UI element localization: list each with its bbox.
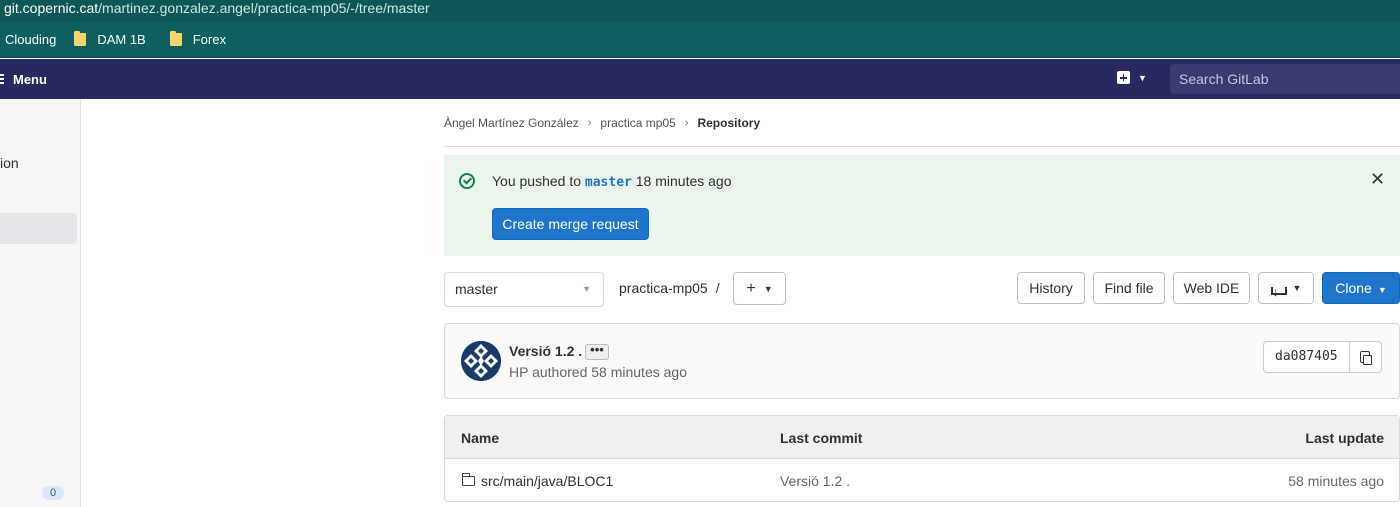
- file-name-cell[interactable]: src/main/java/BLOC1: [461, 473, 613, 489]
- table-header: Name Last commit Last update: [445, 416, 1399, 459]
- files-table: Name Last commit Last update src/main/ja…: [444, 415, 1400, 502]
- toggle-commit-description-button[interactable]: •••: [585, 343, 609, 360]
- bookmark-dam-1b[interactable]: DAM 1B: [74, 31, 146, 47]
- file-last-update: 58 minutes ago: [1288, 473, 1384, 489]
- hamburger-icon: [0, 74, 4, 84]
- column-header-last-commit: Last commit: [780, 430, 863, 446]
- create-merge-request-button[interactable]: Create merge request: [492, 208, 649, 240]
- avatar[interactable]: [461, 341, 501, 381]
- clone-label: Clone: [1335, 280, 1372, 296]
- chevron-down-icon: ▼: [1138, 72, 1147, 83]
- last-commit-box: Versió 1.2 . ••• HP authored 58 minutes …: [444, 323, 1400, 399]
- folder-icon: [169, 31, 182, 46]
- commit-meta: HP authored 58 minutes ago: [509, 364, 687, 380]
- chevron-down-icon: ▼: [582, 284, 591, 294]
- chevron-right-icon: ›: [684, 116, 689, 129]
- chevron-right-icon: ›: [587, 116, 592, 129]
- chevron-down-icon: ▼: [1292, 283, 1302, 293]
- top-navigation: Menu ▼ Search GitLab: [0, 59, 1400, 99]
- sidebar-item-label[interactable]: ion: [0, 155, 19, 171]
- breadcrumb-user[interactable]: Àngel Martínez González: [444, 116, 579, 130]
- copy-sha-button[interactable]: [1350, 342, 1381, 372]
- directory-icon: [461, 473, 475, 486]
- repo-path: practica-mp05 /: [619, 280, 720, 296]
- close-icon[interactable]: ✕: [1370, 170, 1385, 188]
- alert-branch[interactable]: master: [585, 175, 632, 190]
- sidebar: ion 0: [0, 99, 81, 507]
- plus-square-icon: [1117, 71, 1130, 84]
- file-last-commit[interactable]: Versió 1.2 .: [780, 473, 850, 489]
- bookmark-clouding[interactable]: Clouding: [5, 32, 56, 47]
- bookmark-label: DAM 1B: [97, 32, 146, 47]
- url-host: git.copernic.cat: [4, 0, 99, 16]
- repo-path-link[interactable]: practica-mp05: [619, 280, 708, 296]
- add-to-tree-button[interactable]: + ▼: [733, 272, 786, 305]
- clone-button[interactable]: Clone ▼: [1322, 272, 1400, 304]
- breadcrumb-repository[interactable]: Repository: [697, 116, 760, 130]
- commit-sha-group: da087405: [1263, 341, 1382, 373]
- browser-url-bar[interactable]: git.copernic.cat/martinez.gonzalez.angel…: [0, 0, 1400, 22]
- download-button[interactable]: ▼: [1258, 272, 1314, 307]
- table-row[interactable]: src/main/java/BLOC1 Versió 1.2 . 58 minu…: [445, 460, 1399, 502]
- bookmark-forex[interactable]: Forex: [169, 31, 226, 47]
- column-header-name: Name: [461, 430, 500, 446]
- branch-select-value: master: [455, 281, 498, 297]
- sidebar-count-badge: 0: [42, 486, 64, 500]
- alert-suffix: 18 minutes ago: [635, 173, 732, 189]
- find-file-button[interactable]: Find file: [1093, 272, 1165, 304]
- push-alert: You pushed to master 18 minutes ago ✕ Cr…: [444, 155, 1400, 256]
- branch-select[interactable]: master ▼: [444, 272, 604, 307]
- breadcrumb-project[interactable]: practica mp05: [600, 116, 675, 130]
- download-icon: [1270, 277, 1287, 307]
- alert-prefix: You pushed to: [492, 173, 582, 189]
- alert-message: You pushed to master 18 minutes ago: [492, 173, 732, 190]
- file-name[interactable]: src/main/java/BLOC1: [481, 473, 613, 489]
- breadcrumb: Àngel Martínez González › practica mp05 …: [444, 99, 1400, 147]
- bookmark-label: Clouding: [5, 32, 57, 47]
- commit-sha[interactable]: da087405: [1264, 342, 1350, 372]
- new-dropdown-button[interactable]: ▼: [1117, 71, 1147, 84]
- menu-button[interactable]: Menu: [0, 59, 47, 99]
- sidebar-item-active[interactable]: [0, 213, 77, 244]
- chevron-down-icon: ▼: [1377, 285, 1387, 295]
- check-circle-icon: [459, 173, 475, 189]
- bookmark-label: Forex: [192, 32, 226, 47]
- history-button[interactable]: History: [1017, 272, 1085, 304]
- folder-icon: [74, 31, 87, 46]
- plus-icon: +: [746, 279, 756, 297]
- url-path: /martinez.gonzalez.angel/practica-mp05/-…: [98, 0, 430, 16]
- bookmarks-bar: Clouding DAM 1B Forex: [0, 22, 1400, 58]
- search-input[interactable]: Search GitLab: [1170, 64, 1400, 94]
- chevron-down-icon: ▼: [763, 283, 773, 294]
- copy-icon: [1360, 351, 1373, 365]
- menu-label: Menu: [13, 71, 47, 87]
- path-separator: /: [715, 280, 720, 296]
- commit-title[interactable]: Versió 1.2 .: [509, 343, 582, 359]
- web-ide-button[interactable]: Web IDE: [1173, 272, 1250, 304]
- column-header-last-update: Last update: [1305, 430, 1384, 446]
